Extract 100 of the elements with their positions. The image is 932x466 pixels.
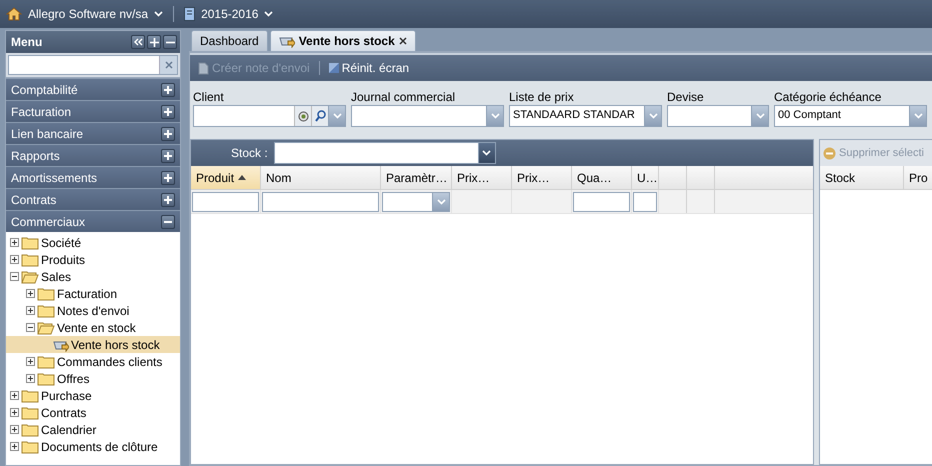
expand-all-button[interactable] [147,35,161,49]
combo-field[interactable]: STANDAARD STANDAR [509,105,662,127]
menu-section[interactable]: Contrats [6,188,180,210]
expand-icon[interactable] [26,374,35,383]
expand-icon[interactable] [10,238,19,247]
tree-item[interactable]: Commandes clients [6,353,180,370]
folder-icon [21,440,39,454]
column-header[interactable]: Stock [820,166,904,189]
folder-icon [37,304,55,318]
column-header[interactable]: Produit [191,166,261,189]
menu-section[interactable]: Facturation [6,100,180,122]
menu-section[interactable]: Commerciaux [6,210,180,232]
minus-circle-icon [823,146,836,160]
field-label: Journal commercial [351,90,456,104]
folder-icon [37,320,55,334]
clear-button[interactable] [159,56,177,74]
target-icon [298,110,308,122]
folder-icon [37,372,55,386]
menu-search-field[interactable] [8,55,178,75]
tree-item[interactable]: Documents de clôture [6,438,180,455]
menu-section[interactable]: Lien bancaire [6,122,180,144]
combo-field[interactable] [351,105,504,127]
collapse-all-button[interactable] [163,35,177,49]
filter-field[interactable] [573,192,630,212]
column-header[interactable]: Nom [261,166,381,189]
menu-section[interactable]: Comptabilité [6,78,180,100]
expand-icon[interactable] [26,306,35,315]
tree-item[interactable]: Purchase [6,387,180,404]
close-icon[interactable] [398,37,407,45]
tree-item[interactable]: Produits [6,251,180,268]
filter-field[interactable] [192,192,259,212]
expand-icon [163,128,173,138]
expand-icon[interactable] [10,255,19,264]
stock-combo-field[interactable] [274,142,496,164]
tree-item[interactable]: Vente en stock [6,319,180,336]
expand-icon[interactable] [10,391,19,400]
caret-icon [914,113,922,119]
combo-field[interactable] [667,105,769,127]
expand-icon[interactable] [10,408,19,417]
search-icon [314,110,326,122]
caret-icon [482,150,492,156]
folder-icon [21,406,39,420]
screen-icon [328,63,339,73]
column-header[interactable]: Qua… [572,166,632,189]
tree-item[interactable]: Calendrier [6,421,180,438]
expand-icon[interactable] [26,357,35,366]
column-header[interactable]: Prix… [452,166,512,189]
tree-item[interactable]: Notes d'envoi [6,302,180,319]
column-header[interactable]: Prix… [512,166,572,189]
field-label: Devise [667,90,705,104]
caret-icon [332,113,342,119]
company-selector[interactable]: Allegro Software nv/sa [28,7,148,21]
double-chevron-icon [134,38,142,46]
tab[interactable]: Vente hors stock [270,30,416,51]
collapse-panel-button[interactable] [131,35,145,49]
column-header[interactable]: U… [632,166,659,189]
expand-icon[interactable] [26,289,35,298]
tree-item[interactable]: Offres [6,370,180,387]
year-selector[interactable]: 2015-2016 [201,7,258,21]
tree-item[interactable]: Vente hors stock [6,336,180,353]
filter-combo-field[interactable] [382,192,450,212]
clear-button[interactable] [294,106,311,126]
collapse-icon[interactable] [26,323,35,332]
home-icon [6,7,22,21]
collapse-icon[interactable] [10,272,19,281]
expand-icon [163,106,173,116]
expand-icon [163,84,173,94]
calendar-icon [184,7,196,21]
menu-title: Menu [11,35,44,49]
tree-item[interactable]: Société [6,234,180,251]
field-label: Liste de prix [509,90,575,104]
expand-icon [163,194,173,204]
field-label: Catégorie échéance [774,90,882,104]
lookup-field[interactable] [193,105,346,127]
toolbar-button[interactable]: Réinit. écran [326,61,412,75]
expand-icon [163,172,173,182]
column-header[interactable]: Paramètr… [381,166,452,189]
tree-item[interactable]: Facturation [6,285,180,302]
expand-icon[interactable] [10,425,19,434]
column-header[interactable]: Pro [904,166,932,189]
close-icon [164,61,172,69]
caret-icon [756,113,764,119]
folder-icon [21,270,39,284]
expand-icon [163,150,173,160]
tree-item[interactable]: Sales [6,268,180,285]
tab[interactable]: Dashboard [191,30,268,51]
plus-icon [150,38,158,46]
dropdown-button[interactable] [478,143,495,163]
document-icon [198,62,209,74]
filter-field[interactable] [633,192,657,212]
caret-icon [436,199,446,205]
menu-section[interactable]: Rapports [6,144,180,166]
search-button[interactable] [311,106,328,126]
filter-field[interactable] [262,192,379,212]
expand-icon[interactable] [10,442,19,451]
tree-item[interactable]: Contrats [6,404,180,421]
menu-section[interactable]: Amortissements [6,166,180,188]
stock-label: Stock : [231,146,268,160]
sort-ascending-icon [238,175,246,180]
combo-field[interactable]: 00 Comptant [774,105,927,127]
